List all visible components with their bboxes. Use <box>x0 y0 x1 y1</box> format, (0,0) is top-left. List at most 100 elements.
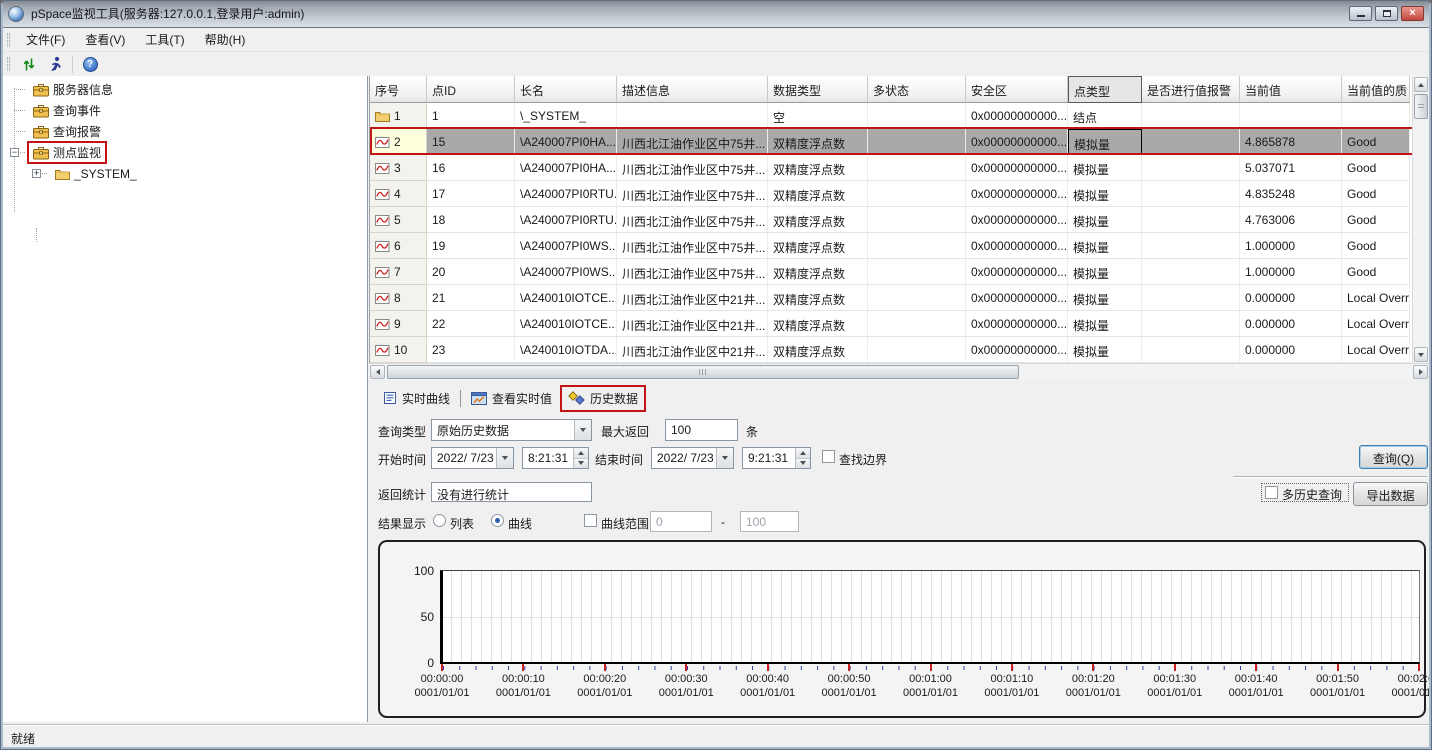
end-time-spinner[interactable]: 9:21:31 <box>742 447 811 469</box>
column-header-9[interactable]: 是否进行值报警 <box>1142 76 1240 103</box>
multi-history-checkbox[interactable] <box>1265 486 1278 499</box>
menu-item-1[interactable]: 文件(F) <box>16 27 75 52</box>
app-icon <box>8 6 24 22</box>
spin-up-button[interactable] <box>574 448 588 459</box>
cell-name: \A240010IOTCE... <box>515 285 617 311</box>
column-header-5[interactable]: 数据类型 <box>768 76 868 103</box>
range-max-input[interactable]: 100 <box>740 511 799 532</box>
table-row-4[interactable]: 417\A240007PI0RTU...川西北江油作业区中75井...双精度浮点… <box>370 181 1429 207</box>
stats-value-box[interactable]: 没有进行统计 <box>431 482 592 502</box>
sidebar-item-2[interactable]: 查询事件 <box>3 100 367 121</box>
table-row-9[interactable]: 922\A240010IOTCE...川西北江油作业区中21井...双精度浮点数… <box>370 311 1429 337</box>
tree-item-content[interactable]: 服务器信息 <box>27 78 119 101</box>
dropdown-button[interactable] <box>716 448 733 468</box>
row-number: 6 <box>394 239 401 253</box>
table-row-7[interactable]: 720\A240007PI0WS...川西北江油作业区中75井...双精度浮点数… <box>370 259 1429 285</box>
spin-down-button[interactable] <box>574 459 588 469</box>
cell-ptype: 模拟量 <box>1068 129 1142 155</box>
cell-desc: 川西北江油作业区中75井... <box>617 155 768 181</box>
query-type-select[interactable]: 原始历史数据 <box>431 419 592 441</box>
vertical-scrollbar[interactable] <box>1412 76 1429 363</box>
start-date-picker[interactable]: 2022/ 7/23 <box>431 447 514 469</box>
tree-item-content[interactable]: 查询事件 <box>27 99 107 122</box>
max-return-input[interactable]: 100 <box>665 419 738 441</box>
restore-button[interactable] <box>1375 6 1398 21</box>
tab-2[interactable]: 查看实时值 <box>463 385 560 412</box>
start-time-spinner[interactable]: 8:21:31 <box>522 447 589 469</box>
menu-item-3[interactable]: 工具(T) <box>135 27 194 52</box>
export-button[interactable]: 导出数据 <box>1353 482 1428 506</box>
sidebar-item-5[interactable]: + _SYSTEM_ <box>3 163 367 184</box>
scroll-up-button[interactable] <box>1414 77 1428 92</box>
trend-icon <box>375 188 390 200</box>
horizontal-scrollbar[interactable] <box>369 363 1429 380</box>
curve-radio[interactable] <box>491 514 504 527</box>
user-session-button[interactable] <box>42 53 68 75</box>
collapse-expander-icon[interactable]: − <box>10 148 19 157</box>
boundary-checkbox[interactable] <box>822 450 835 463</box>
help-button[interactable]: ? <box>77 53 103 75</box>
sidebar-item-4[interactable]: −测点监视 <box>3 142 367 163</box>
realtime-curve-icon <box>383 391 397 405</box>
column-header-11[interactable]: 当前值的质 <box>1342 76 1410 103</box>
minimize-button[interactable] <box>1349 6 1372 21</box>
column-header-1[interactable]: 序号 <box>370 76 427 103</box>
tick-time: 00:00:10 <box>496 672 551 686</box>
range-min-input[interactable]: 0 <box>650 511 712 532</box>
cell-dtype: 双精度浮点数 <box>768 259 868 285</box>
cell-name: \A240007PI0RTU... <box>515 181 617 207</box>
column-header-4[interactable]: 描述信息 <box>617 76 768 103</box>
menu-item-4[interactable]: 帮助(H) <box>195 27 256 52</box>
dropdown-button[interactable] <box>496 448 513 468</box>
table-row-8[interactable]: 821\A240010IOTCE...川西北江油作业区中21井...双精度浮点数… <box>370 285 1429 311</box>
cell-value: 0.000000 <box>1240 285 1342 311</box>
refresh-button[interactable] <box>16 53 42 75</box>
spinner-buttons[interactable] <box>795 448 810 468</box>
spin-up-button[interactable] <box>796 448 810 459</box>
sidebar-item-1[interactable]: 服务器信息 <box>3 79 367 100</box>
list-radio[interactable] <box>433 514 446 527</box>
table-row-5[interactable]: 518\A240007PI0RTU...川西北江油作业区中75井...双精度浮点… <box>370 207 1429 233</box>
sidebar-item-3[interactable]: 查询报警 <box>3 121 367 142</box>
vertical-scroll-thumb[interactable] <box>1414 94 1428 119</box>
scroll-down-button[interactable] <box>1414 347 1428 362</box>
tab-3[interactable]: 历史数据 <box>560 385 646 412</box>
tree-item-content[interactable]: _SYSTEM_ <box>49 164 143 184</box>
cell-name: \_SYSTEM_ <box>515 103 617 129</box>
tree-item-content[interactable]: 测点监视 <box>27 141 107 164</box>
column-header-10[interactable]: 当前值 <box>1240 76 1342 103</box>
dropdown-button[interactable] <box>574 420 591 440</box>
table-row-2[interactable]: 215\A240007PI0HA...川西北江油作业区中75井...双精度浮点数… <box>370 129 1429 155</box>
row-number: 7 <box>394 265 401 279</box>
horizontal-scroll-thumb[interactable] <box>387 365 1019 379</box>
menu-bar: 文件(F)查看(V)工具(T)帮助(H) <box>3 28 1429 52</box>
spin-down-button[interactable] <box>796 459 810 469</box>
scroll-right-button[interactable] <box>1413 365 1428 379</box>
query-button[interactable]: 查询(Q) <box>1359 445 1428 469</box>
cell-ptype: 模拟量 <box>1068 285 1142 311</box>
cell-multi <box>868 311 966 337</box>
close-button[interactable]: × <box>1401 6 1424 21</box>
curve-range-checkbox[interactable] <box>584 514 597 527</box>
menu-item-2[interactable]: 查看(V) <box>75 27 135 52</box>
trend-icon <box>375 344 390 356</box>
cell-id: 17 <box>427 181 515 207</box>
column-header-3[interactable]: 长名 <box>515 76 617 103</box>
table-row-6[interactable]: 619\A240007PI0WS...川西北江油作业区中75井...双精度浮点数… <box>370 233 1429 259</box>
column-header-7[interactable]: 安全区 <box>966 76 1068 103</box>
tree-item-content[interactable]: 查询报警 <box>27 120 107 143</box>
range-dash: - <box>721 515 725 529</box>
column-header-6[interactable]: 多状态 <box>868 76 966 103</box>
end-date-picker[interactable]: 2022/ 7/23 <box>651 447 734 469</box>
column-header-2[interactable]: 点ID <box>427 76 515 103</box>
tick-date: 0001/01/01 <box>659 686 714 700</box>
table-row-10[interactable]: 1023\A240010IOTDA...川西北江油作业区中21井...双精度浮点… <box>370 337 1429 363</box>
scroll-left-button[interactable] <box>370 365 385 379</box>
column-header-8[interactable]: 点类型 <box>1068 76 1142 103</box>
expand-expander-icon[interactable]: + <box>32 169 41 178</box>
spinner-buttons[interactable] <box>573 448 588 468</box>
tab-1[interactable]: 实时曲线 <box>375 385 458 412</box>
table-row-3[interactable]: 316\A240007PI0HA...川西北江油作业区中75井...双精度浮点数… <box>370 155 1429 181</box>
table-row-1[interactable]: 11\_SYSTEM_空0x00000000000...结点 <box>370 103 1429 129</box>
start-time-value: 8:21:31 <box>528 451 568 465</box>
